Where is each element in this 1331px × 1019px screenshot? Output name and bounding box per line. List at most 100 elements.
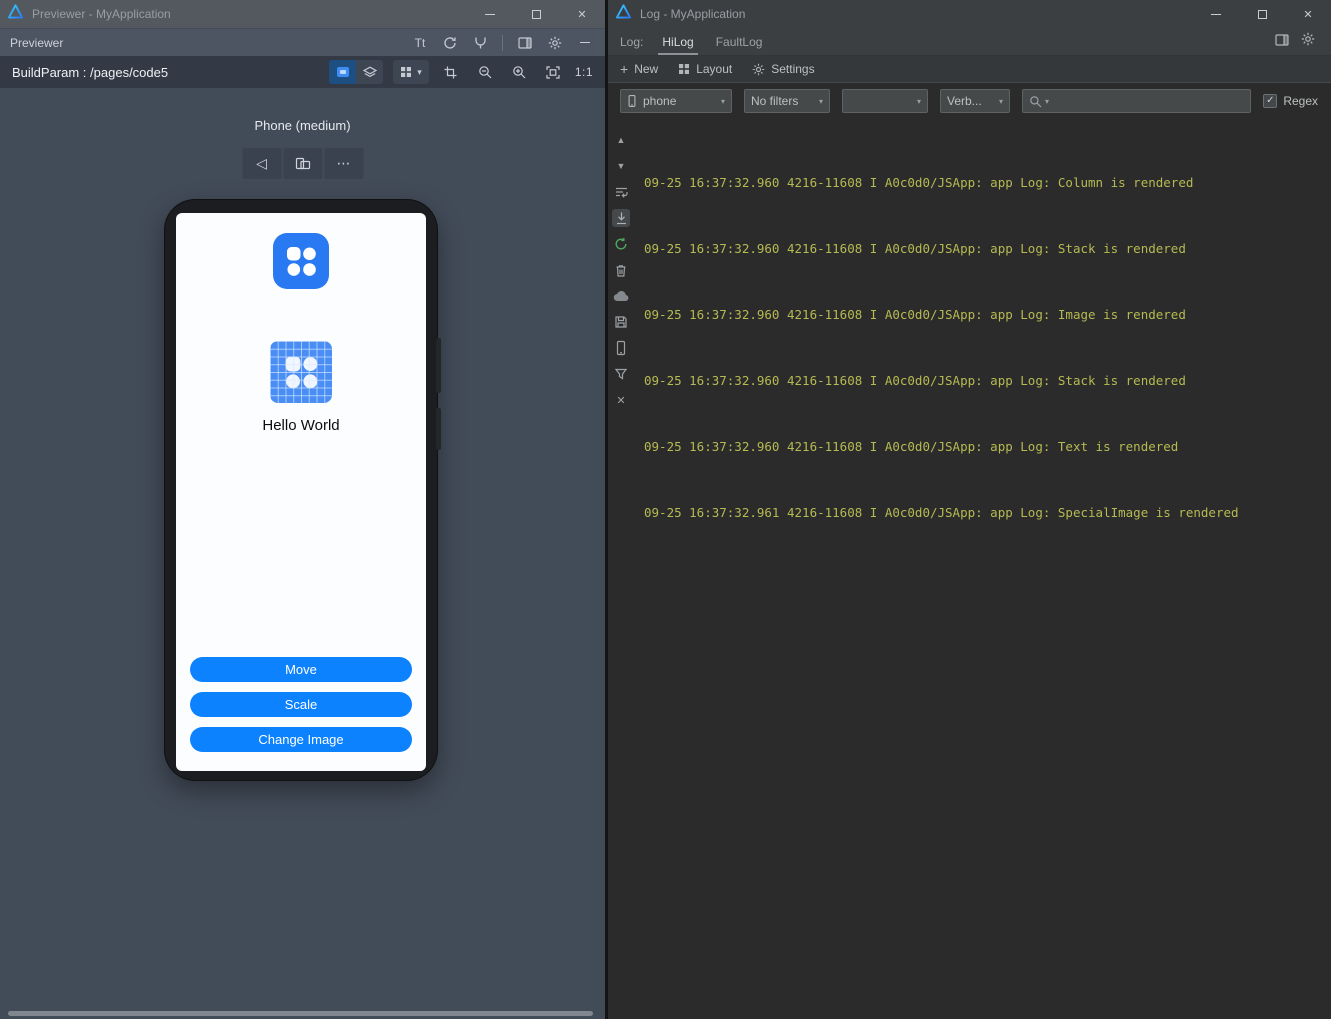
log-search-box: ▾ (1022, 89, 1252, 113)
move-button[interactable]: Move (190, 657, 412, 682)
hide-panel-button[interactable] (573, 32, 597, 54)
log-line: 09-25 16:37:32.960 4216-11608 I A0c0d0/J… (644, 439, 1179, 454)
font-scale-button[interactable]: Tt (408, 32, 432, 54)
cloud-upload-button[interactable] (612, 287, 630, 305)
restart-icon (615, 237, 627, 250)
log-body: ▲ ▼ ✕ 09-25 16:37:32.960 4216-11608 I A0… (608, 119, 1331, 1019)
tab-faultlog[interactable]: FaultLog (705, 28, 774, 55)
change-image-button[interactable]: Change Image (190, 727, 412, 752)
zoom-out-icon (479, 66, 492, 79)
scroll-to-end-button[interactable] (612, 209, 630, 227)
window-controls: ✕ (467, 0, 605, 28)
tab-hilog[interactable]: HiLog (651, 28, 704, 55)
app-icon (273, 233, 329, 289)
phone-icon (628, 95, 636, 107)
log-output[interactable]: 09-25 16:37:32.960 4216-11608 I A0c0d0/J… (634, 119, 1331, 1019)
crop-icon (444, 66, 457, 78)
filter-preset-select[interactable]: No filters ▾ (744, 89, 830, 113)
horizontal-scrollbar[interactable] (8, 1011, 593, 1016)
down-arrow-icon: ▼ (616, 161, 626, 171)
log-filter-row: phone ▾ No filters ▾ ▾ Verb... ▾ ▾ ✓ Reg… (608, 83, 1331, 119)
maximize-button[interactable] (1239, 0, 1285, 28)
minimize-button[interactable] (467, 0, 513, 28)
restart-session-button[interactable] (612, 235, 630, 253)
preview-zoom-tools: ▾ 1:1 (329, 60, 593, 84)
save-icon (615, 316, 627, 328)
minimize-button[interactable] (1193, 0, 1239, 28)
scroll-up-button[interactable]: ▲ (612, 131, 630, 149)
new-session-button[interactable]: + New (620, 62, 658, 76)
check-icon: ✓ (1266, 95, 1275, 106)
filter-logs-button[interactable] (612, 365, 630, 383)
maximize-button[interactable] (513, 0, 559, 28)
rotate-device-button[interactable] (283, 148, 322, 179)
process-select[interactable]: ▾ (842, 89, 928, 113)
fit-to-screen-button[interactable] (541, 61, 565, 83)
settings-button[interactable]: Settings (752, 62, 815, 76)
fit-screen-icon (546, 65, 560, 79)
scroll-to-end-icon (616, 212, 626, 225)
tabbar-tools (1275, 32, 1323, 51)
layout-button[interactable]: Layout (678, 62, 732, 76)
phone-icon (616, 340, 626, 356)
layers-toggle[interactable] (356, 60, 383, 84)
log-label: Log: (620, 34, 644, 49)
close-icon: ✕ (616, 394, 626, 407)
layers-icon (362, 66, 377, 77)
device-select[interactable]: phone ▾ (620, 89, 732, 113)
regex-checkbox[interactable]: ✓ (1263, 94, 1278, 108)
build-param-label: BuildParam : /pages/code5 (12, 64, 169, 80)
special-image[interactable] (270, 341, 332, 403)
regex-toggle[interactable]: ✓ Regex (1263, 94, 1318, 108)
hide-icon (580, 42, 590, 43)
search-options-caret-icon[interactable]: ▾ (1045, 97, 1049, 106)
settings-button[interactable] (543, 32, 567, 54)
previous-page-button[interactable]: ◁ (242, 148, 281, 179)
scale-button[interactable]: Scale (190, 692, 412, 717)
gear-icon (548, 36, 562, 49)
log-gutter: ▲ ▼ ✕ (608, 119, 634, 1019)
previewer-panel-label: Previewer (10, 35, 64, 50)
build-param-bar: BuildParam : /pages/code5 ▾ 1:1 (0, 56, 605, 88)
tab-hilog-label: HiLog (662, 34, 694, 49)
log-settings-button[interactable] (1301, 32, 1315, 51)
log-tabbar: Log: HiLog FaultLog (608, 28, 1331, 56)
transform-grid-overlay (270, 341, 332, 403)
device-log-button[interactable] (612, 339, 630, 357)
multi-preview-button[interactable] (468, 32, 492, 54)
zoom-in-button[interactable] (507, 61, 531, 83)
more-options-button[interactable]: ⋯ (324, 148, 363, 179)
log-line: 09-25 16:37:32.961 4216-11608 I A0c0d0/J… (644, 505, 1239, 520)
soft-wrap-button[interactable] (612, 183, 630, 201)
phone-screen[interactable]: Hello World Move Scale Change Image (176, 213, 426, 771)
plus-icon: + (620, 61, 629, 77)
log-toolbar: + New Layout Settings (608, 56, 1331, 83)
back-icon: ◁ (256, 155, 267, 171)
refresh-icon (444, 36, 456, 49)
grid-view-dropdown[interactable]: ▾ (393, 60, 429, 84)
log-window: Log - MyApplication ✕ Log: HiLog FaultLo… (608, 0, 1331, 1019)
log-titlebar: Log - MyApplication ✕ (608, 0, 1331, 28)
save-log-button[interactable] (612, 313, 630, 331)
previewer-window: Previewer - MyApplication ✕ Previewer Tt (0, 0, 605, 1019)
zoom-in-icon (513, 66, 526, 79)
crop-frame-button[interactable] (439, 61, 463, 83)
panel-layout-button[interactable] (513, 32, 537, 54)
rotate-icon (295, 157, 310, 170)
settings-label: Settings (771, 62, 815, 76)
search-input[interactable] (1052, 94, 1245, 108)
close-button[interactable]: ✕ (559, 0, 605, 28)
zoom-out-button[interactable] (473, 61, 497, 83)
scroll-down-button[interactable]: ▼ (612, 157, 630, 175)
log-level-select[interactable]: Verb... ▾ (940, 89, 1010, 113)
panel-layout-button[interactable] (1275, 33, 1289, 51)
clear-logs-button[interactable] (612, 261, 630, 279)
inspect-mode-toggle[interactable] (329, 60, 357, 84)
refresh-button[interactable] (438, 32, 462, 54)
maximize-icon (531, 9, 541, 19)
zoom-ratio-label[interactable]: 1:1 (575, 65, 593, 79)
chevron-down-icon: ▾ (998, 96, 1003, 106)
close-button[interactable]: ✕ (1285, 0, 1331, 28)
previewer-titlebar: Previewer - MyApplication ✕ (0, 0, 605, 28)
close-panel-button[interactable]: ✕ (612, 391, 630, 409)
